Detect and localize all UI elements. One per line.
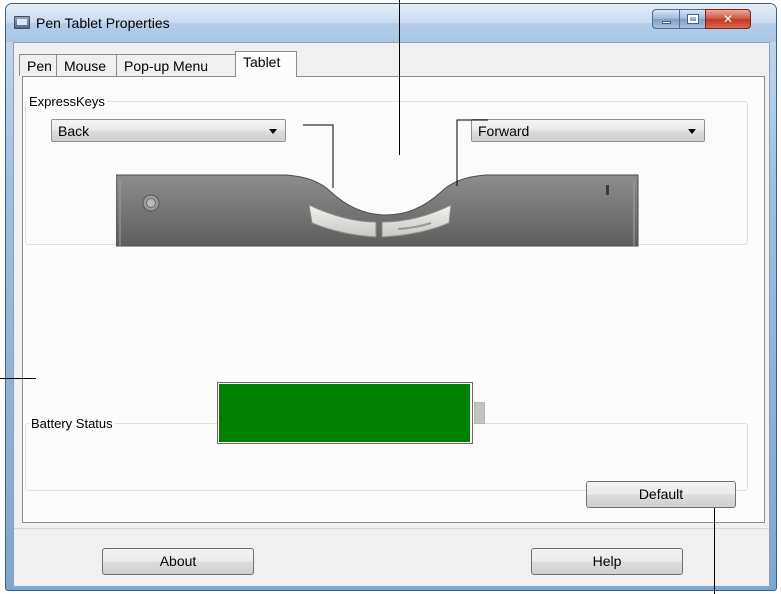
callout-line-default	[714, 508, 715, 594]
tab-mouse-label: Mouse	[64, 58, 107, 74]
battery-level-fill	[219, 384, 470, 442]
callout-line-tablet	[399, 0, 400, 155]
tablet-tab-panel: ExpressKeys Back Forward Battery Status …	[22, 76, 765, 523]
dialog-button-area: About Help	[14, 528, 769, 586]
tab-tablet[interactable]: Tablet	[235, 51, 297, 77]
dialog-client-area: Pen Mouse Pop-up Menu Tablet ExpressKeys…	[13, 42, 770, 586]
help-button[interactable]: Help	[531, 548, 683, 575]
tab-pen[interactable]: Pen	[19, 54, 57, 76]
battery-indicator	[217, 382, 473, 444]
minimize-button[interactable]	[652, 9, 680, 29]
title-bar[interactable]: Pen Tablet Properties ✕	[6, 4, 776, 42]
minimize-icon	[661, 20, 671, 24]
left-expresskey-value: Back	[58, 123, 90, 139]
tab-pen-label: Pen	[27, 58, 52, 74]
default-button[interactable]: Default	[586, 481, 736, 508]
tablet-illustration	[116, 174, 639, 247]
about-button[interactable]: About	[102, 548, 254, 575]
app-window-icon	[14, 16, 30, 29]
dropdown-arrow-icon	[269, 129, 277, 134]
close-icon: ✕	[722, 12, 734, 26]
battery-status-label: Battery Status	[29, 416, 115, 431]
maximize-icon	[686, 14, 699, 24]
window-title: Pen Tablet Properties	[36, 15, 170, 31]
tab-popup-menu[interactable]: Pop-up Menu	[116, 54, 236, 76]
dropdown-arrow-icon	[688, 129, 696, 134]
expresskeys-group-label: ExpressKeys	[27, 94, 107, 109]
close-button[interactable]: ✕	[705, 9, 751, 29]
maximize-button[interactable]	[679, 9, 706, 29]
tab-mouse[interactable]: Mouse	[56, 54, 117, 76]
battery-tip	[474, 402, 485, 424]
tab-popup-menu-label: Pop-up Menu	[124, 58, 209, 74]
tab-tablet-label: Tablet	[243, 54, 281, 70]
callout-line-battery	[0, 378, 36, 379]
properties-window: Pen Tablet Properties ✕ Pen Mouse Pop-up…	[5, 3, 777, 591]
